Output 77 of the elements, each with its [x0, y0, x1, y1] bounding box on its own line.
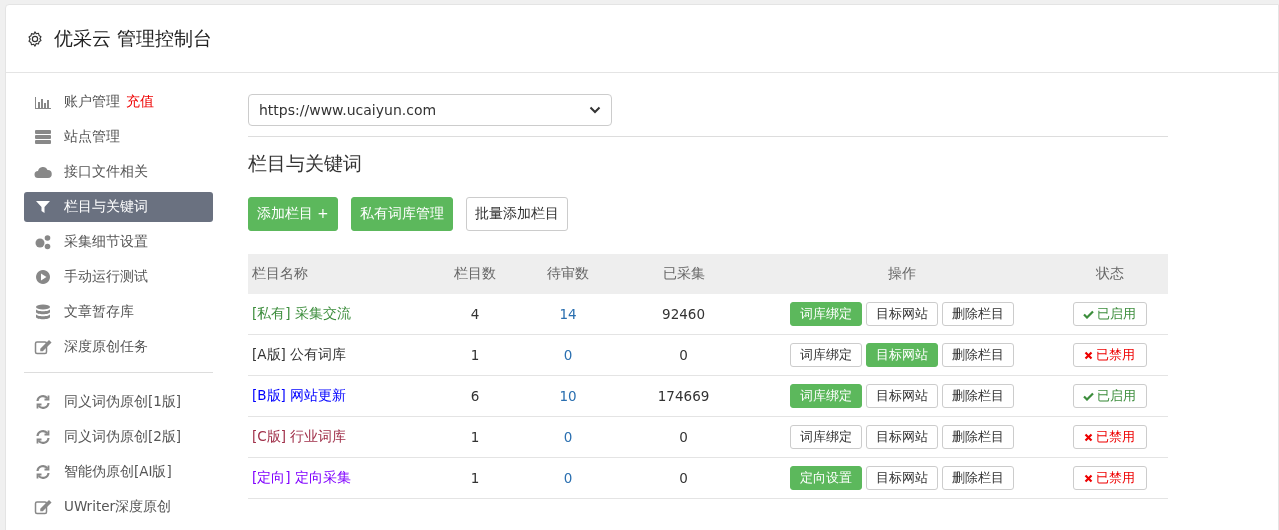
caret-icon — [589, 106, 601, 114]
table-cell: 174669 — [657, 388, 710, 404]
edit-icon — [34, 499, 52, 515]
action-button[interactable]: 删除栏目 — [941, 302, 1014, 326]
column-header: 操作 — [887, 265, 916, 281]
settings-icon — [26, 29, 44, 48]
section-title: 栏目与关键词 — [248, 151, 363, 176]
chart-icon — [34, 94, 52, 110]
table-cell: 4 — [470, 306, 480, 322]
column-header: 待审数 — [547, 265, 590, 281]
refresh-icon — [34, 394, 52, 410]
action-button[interactable]: 删除栏目 — [941, 384, 1014, 408]
refresh-icon — [34, 464, 52, 480]
action-button[interactable]: 目标网站 — [865, 466, 938, 490]
status-button[interactable]: 已启用 — [1072, 302, 1147, 326]
sidebar-item[interactable]: 同义词伪原创[1版] — [24, 387, 213, 417]
action-button[interactable]: 删除栏目 — [941, 343, 1014, 367]
sidebar-item[interactable]: UWriter深度原创 — [24, 492, 213, 522]
table-cell: 0 — [679, 347, 688, 363]
sidebar-item[interactable]: 栏目与关键词 — [24, 192, 213, 222]
toolbar-button[interactable]: 批量添加栏目 — [465, 197, 568, 231]
table-cell: 0 — [563, 429, 573, 445]
close-icon — [1084, 473, 1094, 483]
close-icon — [1084, 350, 1094, 360]
column-header: 栏目名称 — [252, 265, 308, 281]
status-button[interactable]: 已禁用 — [1072, 466, 1147, 490]
check-icon — [1083, 391, 1095, 401]
sidebar-item[interactable]: 站点管理 — [24, 122, 213, 152]
server-icon — [34, 129, 52, 145]
close-icon — [1084, 432, 1094, 442]
action-button[interactable]: 目标网站 — [865, 384, 938, 408]
site-select[interactable]: https://www.ucaiyun.com — [248, 94, 612, 126]
filter-icon — [34, 199, 52, 215]
sidebar-item[interactable]: 深度原创任务 — [24, 332, 213, 362]
action-button[interactable]: 目标网站 — [865, 425, 938, 449]
column-name: [C版] 行业词库 — [252, 428, 347, 444]
column-header: 状态 — [1095, 265, 1124, 281]
status-button[interactable]: 已启用 — [1072, 384, 1147, 408]
column-name: [A版] 公有词库 — [252, 346, 347, 362]
column-header: 已采集 — [662, 265, 705, 281]
table-cell: 10 — [559, 388, 577, 404]
action-button[interactable]: 词库绑定 — [789, 343, 862, 367]
sidebar-item[interactable]: 账户管理 充值 — [24, 87, 213, 117]
table-cell: 6 — [470, 388, 480, 404]
table-cell: 92460 — [662, 306, 706, 322]
edit-icon — [34, 339, 52, 355]
table-cell: 1 — [470, 347, 480, 363]
column-name: [定向] 定向采集 — [252, 469, 351, 485]
sidebar-item[interactable]: 同义词伪原创[2版] — [24, 422, 213, 452]
cloud-icon — [34, 164, 52, 180]
column-name: [私有] 采集交流 — [252, 305, 351, 321]
sidebar-item[interactable]: 智能伪原创[AI版] — [24, 457, 213, 487]
table-cell: 14 — [559, 306, 577, 322]
play-icon — [34, 269, 52, 285]
action-button[interactable]: 目标网站 — [865, 302, 938, 326]
status-button[interactable]: 已禁用 — [1072, 425, 1147, 449]
refresh-icon — [34, 429, 52, 445]
table-cell: 1 — [470, 429, 480, 445]
database-icon — [34, 304, 52, 320]
action-button[interactable]: 词库绑定 — [789, 425, 862, 449]
check-icon — [1083, 309, 1095, 319]
status-button[interactable]: 已禁用 — [1072, 343, 1147, 367]
sidebar-item[interactable]: 手动运行测试 — [24, 262, 213, 292]
column-name: [B版] 网站更新 — [252, 387, 347, 403]
sidebar-item[interactable]: 文章暂存库 — [24, 297, 213, 327]
sidebar-item[interactable]: 采集细节设置 — [24, 227, 213, 257]
action-button[interactable]: 删除栏目 — [941, 425, 1014, 449]
action-button[interactable]: 删除栏目 — [941, 466, 1014, 490]
console-title: 优采云 管理控制台 — [54, 25, 213, 51]
table-cell: 0 — [679, 429, 688, 445]
table-cell: 1 — [470, 470, 480, 486]
recharge-link[interactable]: 充值 — [126, 93, 154, 111]
table-cell: 0 — [563, 470, 573, 486]
sidebar-item[interactable]: 接口文件相关 — [24, 157, 213, 187]
table-cell: 0 — [563, 347, 573, 363]
column-header: 栏目数 — [454, 265, 497, 281]
table-cell: 0 — [679, 470, 688, 486]
